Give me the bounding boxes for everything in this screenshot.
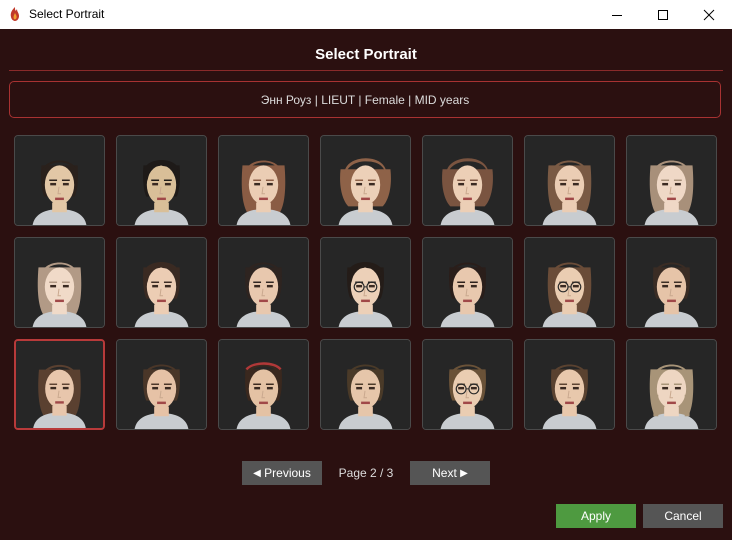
- next-button[interactable]: Next ▶: [410, 461, 490, 485]
- portrait-option[interactable]: [116, 237, 207, 328]
- portrait-option[interactable]: [422, 237, 513, 328]
- portrait-option[interactable]: [14, 339, 105, 430]
- cancel-button[interactable]: Cancel: [643, 504, 723, 528]
- apply-button[interactable]: Apply: [556, 504, 636, 528]
- maximize-icon: [658, 9, 668, 20]
- portrait-option[interactable]: [116, 135, 207, 226]
- character-info-text: Энн Роуз | LIEUT | Female | MID years: [260, 92, 470, 107]
- page-indicator: Page 2 / 3: [338, 466, 394, 480]
- portrait-image: [627, 340, 716, 429]
- portrait-image: [15, 238, 104, 327]
- window-title: Select Portrait: [29, 7, 105, 21]
- portrait-option[interactable]: [626, 237, 717, 328]
- portrait-image: [423, 136, 512, 225]
- portrait-option[interactable]: [422, 135, 513, 226]
- portrait-image: [219, 136, 308, 225]
- portrait-option[interactable]: [422, 339, 513, 430]
- portrait-option[interactable]: [218, 339, 309, 430]
- portrait-image: [117, 238, 206, 327]
- portrait-image: [117, 340, 206, 429]
- portrait-option[interactable]: [626, 135, 717, 226]
- portrait-option[interactable]: [116, 339, 207, 430]
- portrait-image: [627, 136, 716, 225]
- portrait-option[interactable]: [320, 339, 411, 430]
- window-titlebar: Select Portrait: [0, 0, 732, 29]
- heading-divider: [9, 70, 723, 71]
- minimize-icon: [612, 14, 622, 16]
- portrait-image: [219, 340, 308, 429]
- portrait-image: [321, 136, 410, 225]
- previous-button[interactable]: ◀ Previous: [242, 461, 322, 485]
- portrait-option[interactable]: [14, 135, 105, 226]
- character-info-box: Энн Роуз | LIEUT | Female | MID years: [9, 81, 721, 118]
- portrait-image: [219, 238, 308, 327]
- portrait-option[interactable]: [524, 339, 615, 430]
- portrait-image: [16, 341, 103, 428]
- next-label: Next: [432, 466, 457, 480]
- portrait-image: [627, 238, 716, 327]
- previous-label: Previous: [264, 466, 311, 480]
- portrait-option[interactable]: [218, 237, 309, 328]
- dialog-body: Select Portrait Энн Роуз | LIEUT | Femal…: [0, 29, 732, 540]
- portrait-option[interactable]: [626, 339, 717, 430]
- portrait-image: [525, 340, 614, 429]
- portrait-option[interactable]: [14, 237, 105, 328]
- dialog-heading: Select Portrait: [315, 46, 417, 63]
- portrait-option[interactable]: [320, 237, 411, 328]
- portrait-option[interactable]: [524, 237, 615, 328]
- close-button[interactable]: [686, 0, 732, 29]
- flame-icon: [10, 7, 19, 21]
- triangle-left-icon: ◀: [253, 467, 261, 479]
- portrait-image: [321, 340, 410, 429]
- portrait-grid: [14, 135, 718, 431]
- portrait-image: [525, 136, 614, 225]
- portrait-option[interactable]: [218, 135, 309, 226]
- triangle-right-icon: ▶: [460, 467, 468, 479]
- portrait-image: [525, 238, 614, 327]
- portrait-image: [423, 340, 512, 429]
- maximize-button[interactable]: [640, 0, 686, 29]
- close-icon: [703, 9, 715, 20]
- portrait-image: [117, 136, 206, 225]
- minimize-button[interactable]: [594, 0, 640, 29]
- portrait-option[interactable]: [320, 135, 411, 226]
- portrait-image: [321, 238, 410, 327]
- portrait-image: [15, 136, 104, 225]
- portrait-image: [423, 238, 512, 327]
- portrait-option[interactable]: [524, 135, 615, 226]
